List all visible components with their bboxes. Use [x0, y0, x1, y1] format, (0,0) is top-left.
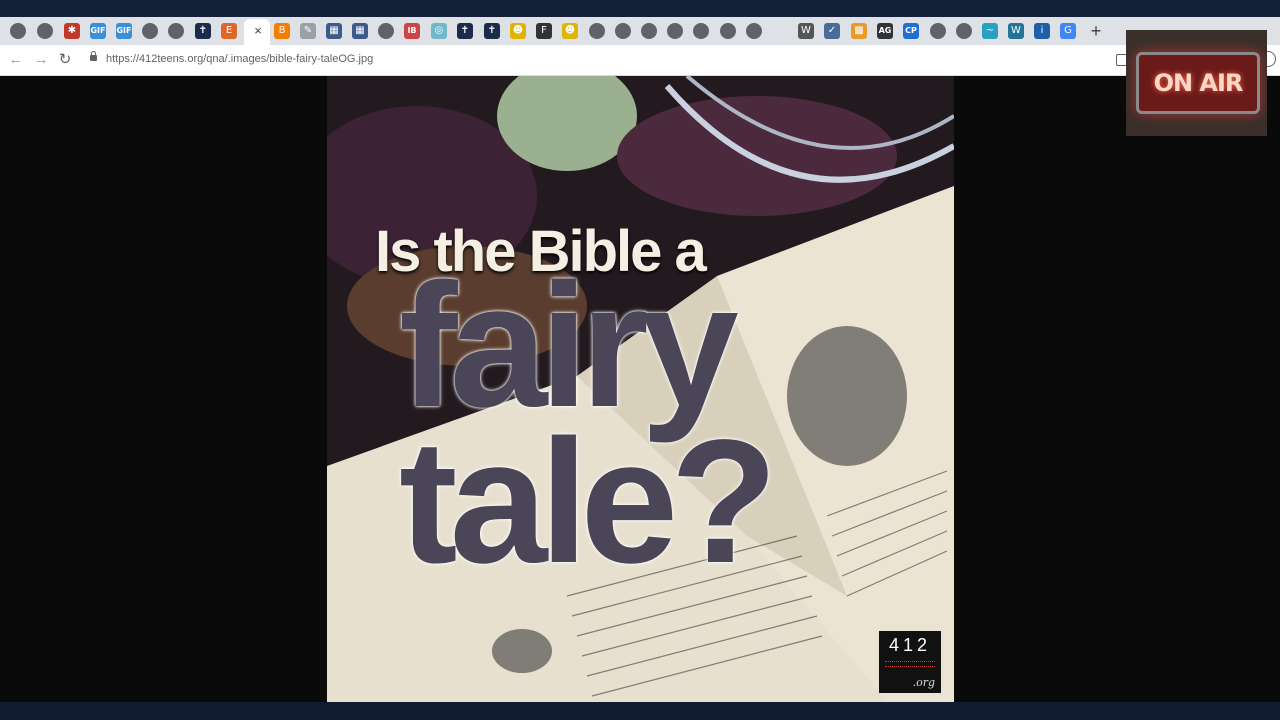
tab-globe-icon[interactable]: [746, 23, 762, 39]
tab-grid-icon[interactable]: ▦: [326, 23, 342, 39]
tab-blogger-icon[interactable]: B: [274, 23, 290, 39]
tab-ag-icon[interactable]: AG: [877, 23, 893, 39]
forward-button[interactable]: →: [33, 52, 49, 68]
site-logo: 412 .org: [879, 631, 941, 693]
tab-globe-icon[interactable]: [720, 23, 736, 39]
tab-globe-icon[interactable]: [10, 23, 26, 39]
poster-title-line3: tale?: [399, 404, 778, 600]
logo-number: 412: [888, 635, 932, 655]
taskbar-strip: [0, 702, 1280, 720]
on-air-text: ON AIR: [1153, 69, 1244, 97]
tab-red-badge-icon[interactable]: ✱: [64, 23, 80, 39]
tab-globe-icon[interactable]: [589, 23, 605, 39]
new-tab-button[interactable]: +: [1088, 21, 1104, 41]
tab-bar: × ✱ GIF GIF ✝ E B ✎ ▦ ▦ IB ◎ ✝ ✝ ☻ F ☻ W ✓ ▩ AG CP ~ Wi G +: [0, 17, 1280, 45]
tab-gif-icon[interactable]: GIF: [90, 23, 106, 39]
reload-button[interactable]: ↻: [57, 52, 73, 68]
tab-image-icon[interactable]: ◎: [431, 23, 447, 39]
tab-cross-icon[interactable]: ✝: [457, 23, 473, 39]
tab-smiley-icon[interactable]: ☻: [562, 23, 578, 39]
tab-wikipedia-icon[interactable]: W: [798, 23, 814, 39]
tab-globe-icon[interactable]: [615, 23, 631, 39]
tab-globe-icon[interactable]: [693, 23, 709, 39]
tab-compass-icon[interactable]: ✓: [824, 23, 840, 39]
tab-gift-icon[interactable]: ▩: [851, 23, 867, 39]
tab-globe-icon[interactable]: [930, 23, 946, 39]
tab-f-letter-icon[interactable]: F: [536, 23, 552, 39]
tab-cross-icon[interactable]: ✝: [195, 23, 211, 39]
tab-globe-icon[interactable]: [168, 23, 184, 39]
tab-bulb-icon[interactable]: ✎: [300, 23, 316, 39]
poster-image: Is the Bible a fairy tale? 412 .org: [327, 76, 954, 702]
back-button[interactable]: ←: [8, 52, 24, 68]
tab-globe-icon[interactable]: [956, 23, 972, 39]
tab-wordpress-icon[interactable]: W: [1008, 23, 1024, 39]
tab-info-icon[interactable]: i: [1034, 23, 1050, 39]
tab-cp-icon[interactable]: CP: [903, 23, 919, 39]
title-strip: [0, 0, 1280, 17]
tab-globe-icon[interactable]: [142, 23, 158, 39]
tab-close-icon[interactable]: ×: [251, 23, 265, 39]
tab-globe-icon[interactable]: [378, 23, 394, 39]
tab-google-icon[interactable]: G: [1060, 23, 1076, 39]
logo-org: .org: [912, 676, 935, 689]
tab-globe-icon[interactable]: [37, 23, 53, 39]
browser-toolbar: ← → ↻ https://412teens.org/qna/.images/b…: [0, 45, 1280, 76]
address-bar[interactable]: https://412teens.org/qna/.images/bible-f…: [106, 53, 373, 65]
logo-dots: [885, 661, 935, 667]
tab-globe-icon[interactable]: [667, 23, 683, 39]
tab-grid-icon[interactable]: ▦: [352, 23, 368, 39]
tab-smiley-icon[interactable]: ☻: [510, 23, 526, 39]
tab-gif-icon[interactable]: GIF: [116, 23, 132, 39]
tab-globe-icon[interactable]: [641, 23, 657, 39]
lock-icon: [90, 51, 97, 61]
on-air-overlay: ON AIR: [1126, 30, 1267, 136]
tab-e-letter-icon[interactable]: E: [221, 23, 237, 39]
tab-cross-icon[interactable]: ✝: [484, 23, 500, 39]
tab-ib-icon[interactable]: IB: [404, 23, 420, 39]
on-air-sign: ON AIR: [1136, 52, 1260, 114]
tab-wave-icon[interactable]: ~: [982, 23, 998, 39]
